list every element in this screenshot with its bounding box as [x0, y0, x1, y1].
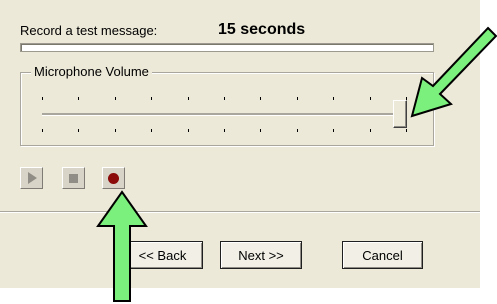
slider-tick — [151, 97, 152, 100]
slider-tick — [78, 129, 79, 132]
slider-tick — [115, 97, 116, 100]
record-test-label: Record a test message: — [20, 23, 158, 38]
dialog-separator — [0, 211, 480, 213]
cancel-button[interactable]: Cancel — [342, 241, 423, 269]
slider-tick — [260, 129, 261, 132]
wizard-dialog: Record a test message: 15 seconds Microp… — [0, 0, 480, 288]
slider-tick — [333, 97, 334, 100]
slider-tick — [188, 129, 189, 132]
slider-tick — [333, 129, 334, 132]
stop-icon — [69, 173, 78, 183]
slider-tick — [42, 129, 43, 132]
record-icon — [108, 172, 119, 184]
slider-tick — [224, 97, 225, 100]
slider-tick — [297, 97, 298, 100]
volume-slider-thumb[interactable] — [393, 100, 407, 128]
volume-slider-track[interactable] — [42, 113, 406, 116]
slider-tick — [370, 129, 371, 132]
record-button[interactable] — [102, 167, 125, 189]
microphone-volume-group — [20, 72, 434, 146]
slider-tick — [42, 97, 43, 100]
slider-tick — [406, 129, 407, 132]
next-button[interactable]: Next >> — [220, 241, 302, 269]
slider-tick — [260, 97, 261, 100]
recording-duration: 15 seconds — [218, 21, 306, 38]
slider-tick — [115, 129, 116, 132]
slider-tick — [297, 129, 298, 132]
back-button[interactable]: << Back — [122, 241, 203, 269]
recording-progress-bar — [20, 43, 434, 52]
slider-tick — [78, 97, 79, 100]
play-button[interactable] — [20, 167, 43, 189]
slider-tick — [151, 129, 152, 132]
stop-button[interactable] — [62, 167, 85, 189]
play-icon — [28, 172, 37, 184]
slider-tick — [188, 97, 189, 100]
slider-tick — [370, 97, 371, 100]
microphone-volume-title: Microphone Volume — [31, 64, 152, 79]
slider-tick — [224, 129, 225, 132]
